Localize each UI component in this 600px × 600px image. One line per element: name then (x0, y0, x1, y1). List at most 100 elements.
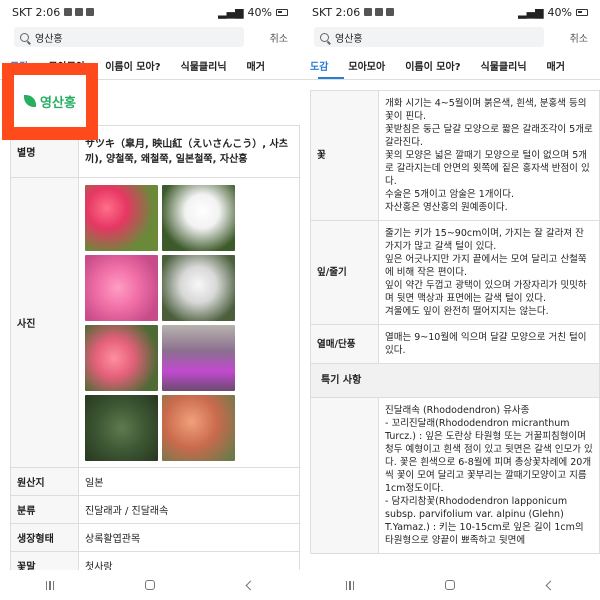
table-row: 열매/단풍 열매는 9~10월에 익으며 달걀 모양으로 거친 털이 있다. (310, 324, 600, 364)
system-nav-bar (0, 570, 300, 600)
back-icon (545, 580, 555, 590)
tab-name-quiz[interactable]: 이름이 모아? (395, 58, 470, 73)
battery-icon (276, 8, 288, 16)
search-icon (20, 32, 29, 42)
leaf-stem-label: 잎/줄기 (310, 220, 379, 325)
table-row: 잎/줄기 줄기는 키가 15~90cm이며, 가지는 잘 갈라져 잔 가지가 많… (310, 220, 600, 325)
table-row: 원산지 일본 (10, 467, 300, 496)
table-row: 꽃 개화 시기는 4~5월이며 붉은색, 흰색, 분홍색 등의 꽃이 핀다. 꽃… (310, 90, 600, 221)
flower-text-line: 자산홍은 영산홍의 원예종이다. (385, 202, 508, 213)
cancel-button[interactable]: 취소 (570, 30, 588, 45)
flower-text-line: 꽃받침은 둥근 달걀 모양으로 짧은 갈래조각이 5개로 갈라진다. (385, 124, 593, 148)
search-query: 영산홍 (335, 33, 363, 45)
back-icon (245, 580, 255, 590)
photo-label: 사진 (10, 177, 79, 468)
status-right: ▂▄▆ 40% (518, 6, 588, 19)
photo-white-azalea[interactable] (162, 184, 235, 251)
leaf-text-line: 잎은 어긋나지만 가지 끝에서는 모여 달리고 산철쭉에 비해 작은 편이다. (385, 254, 587, 278)
fruit-label: 열매/단풍 (310, 324, 379, 364)
plant-detail-table: 꽃 개화 시기는 4~5월이며 붉은색, 흰색, 분홍색 등의 꽃이 핀다. 꽃… (310, 90, 600, 554)
back-button[interactable] (535, 580, 565, 590)
plant-info-table: 별명 サツキ（皐月, 映山紅（えいさんこう）, 사츠끼), 양철쭉, 왜철쭉, … (10, 125, 300, 580)
notification-icons (64, 8, 95, 16)
leaf-text-line: 잎이 약간 두껍고 광택이 있으며 가장자리가 밋밋하며 뒷면 맥상과 표면에는… (385, 280, 587, 304)
home-icon (145, 580, 155, 590)
plant-title: 영산홍 (14, 75, 86, 127)
search-input[interactable]: 영산홍 (14, 27, 244, 47)
growth-form-value: 상록활엽관목 (78, 523, 300, 552)
special-text-line: 진달래속 (Rhododendron) 유사종 (385, 405, 530, 416)
back-button[interactable] (235, 580, 265, 590)
plant-title-text: 영산홍 (40, 95, 76, 111)
home-icon (445, 580, 455, 590)
status-time: SKT 2:06 (312, 5, 361, 19)
battery-icon (576, 8, 588, 16)
photo-pink-closeup[interactable] (85, 324, 158, 391)
recent-apps-icon (345, 580, 355, 590)
tab-plant-clinic[interactable]: 식물클리닉 (471, 58, 537, 73)
search-query: 영산홍 (35, 33, 63, 45)
search-input[interactable]: 영산홍 (314, 27, 544, 47)
notification-icons (364, 8, 395, 16)
home-button[interactable] (435, 580, 465, 590)
photo-white-bloom[interactable] (162, 254, 235, 321)
photo-grid (85, 184, 293, 461)
signal-icon: ▂▄▆ (218, 5, 244, 19)
leaf-stem-description: 줄기는 키가 15~90cm이며, 가지는 잘 갈라져 잔 가지가 많고 갈색 … (378, 220, 600, 325)
cancel-button[interactable]: 취소 (270, 30, 288, 45)
special-notes-heading: 특기 사항 (310, 363, 600, 398)
category-tabs: 도감 모아모아 이름이 모아? 식물클리닉 매거 (300, 52, 600, 78)
fruit-description: 열매는 9~10월에 익으며 달걀 모양으로 거친 털이 있다. (378, 324, 600, 364)
special-text-line: - 꼬리진달래(Rhododendron micranthum Turcz.) … (385, 418, 593, 494)
flower-text-line: 꽃의 모양은 넓은 깔때기 모양으로 털이 없으며 5개로 갈라지는데 안면의 … (385, 150, 590, 187)
special-text-line: - 담자리참꽃(Rhododendron lapponicum subsp. p… (385, 496, 584, 546)
system-nav-bar (300, 570, 600, 600)
origin-value: 일본 (78, 467, 300, 496)
tab-divider (300, 79, 600, 80)
table-row: 사진 (10, 177, 300, 468)
flower-label: 꽃 (310, 90, 379, 221)
table-row: 분류 진달래과 / 진달래속 (10, 495, 300, 524)
table-row: 특기 사항 (310, 363, 600, 398)
right-screen: SKT 2:06 ▂▄▆ 40% 영산홍 취소 도감 모아모아 이름이 모아? … (300, 0, 600, 600)
recent-apps-icon (45, 580, 55, 590)
tab-collection[interactable]: 모아모아 (338, 58, 395, 73)
tab-magazine[interactable]: 매거 (537, 58, 575, 73)
leaf-icon (24, 95, 37, 107)
tab-name-quiz[interactable]: 이름이 모아? (95, 58, 170, 73)
leaf-text-line: 줄기는 키가 15~90cm이며, 가지는 잘 갈라져 잔 가지가 많고 갈색 … (385, 228, 584, 252)
photo-leaves[interactable] (85, 394, 158, 461)
flower-text-line: 수술은 5개이고 암술은 1개이다. (385, 189, 515, 200)
status-time: SKT 2:06 (12, 5, 61, 19)
highlight-box: 영산홍 (2, 63, 98, 140)
tab-plant-clinic[interactable]: 식물클리닉 (171, 58, 237, 73)
tab-magazine[interactable]: 매거 (237, 58, 275, 73)
growth-form-label: 생장형태 (10, 523, 79, 552)
photo-pink-azalea[interactable] (85, 184, 158, 251)
origin-label: 원산지 (10, 467, 79, 496)
recent-apps-button[interactable] (35, 580, 65, 590)
special-notes-label-cell (310, 397, 379, 554)
status-right: ▂▄▆ 40% (218, 6, 288, 19)
photo-garden[interactable] (162, 324, 235, 391)
left-screen: SKT 2:06 ▂▄▆ 40% 영산홍 취소 도감 모아모아 이름이 모아? … (0, 0, 300, 600)
flower-description: 개화 시기는 4~5월이며 붉은색, 흰색, 분홍색 등의 꽃이 핀다. 꽃받침… (378, 90, 600, 221)
status-bar: SKT 2:06 ▂▄▆ 40% (300, 0, 600, 24)
tab-encyclopedia[interactable]: 도감 (300, 58, 338, 73)
photo-pink-cluster[interactable] (85, 254, 158, 321)
signal-icon: ▂▄▆ (518, 5, 544, 19)
photo-cell (78, 177, 300, 468)
status-bar: SKT 2:06 ▂▄▆ 40% (0, 0, 300, 24)
home-button[interactable] (135, 580, 165, 590)
flower-text-line: 개화 시기는 4~5월이며 붉은색, 흰색, 분홍색 등의 꽃이 핀다. (385, 98, 587, 122)
photo-autumn[interactable] (162, 394, 235, 461)
classification-value: 진달래과 / 진달래속 (78, 495, 300, 524)
battery-text: 40% (547, 5, 572, 19)
alias-value: サツキ（皐月, 映山紅（えいさんこう）, 사츠끼), 양철쭉, 왜철쭉, 일본철… (78, 125, 300, 178)
recent-apps-button[interactable] (335, 580, 365, 590)
classification-label: 분류 (10, 495, 79, 524)
table-row: 생장형태 상록활엽관목 (10, 523, 300, 552)
special-notes-description: 진달래속 (Rhododendron) 유사종 - 꼬리진달래(Rhododen… (378, 397, 600, 554)
leaf-text-line: 겨울에도 잎이 완전히 떨어지지는 않는다. (385, 306, 549, 317)
battery-text: 40% (247, 5, 272, 19)
